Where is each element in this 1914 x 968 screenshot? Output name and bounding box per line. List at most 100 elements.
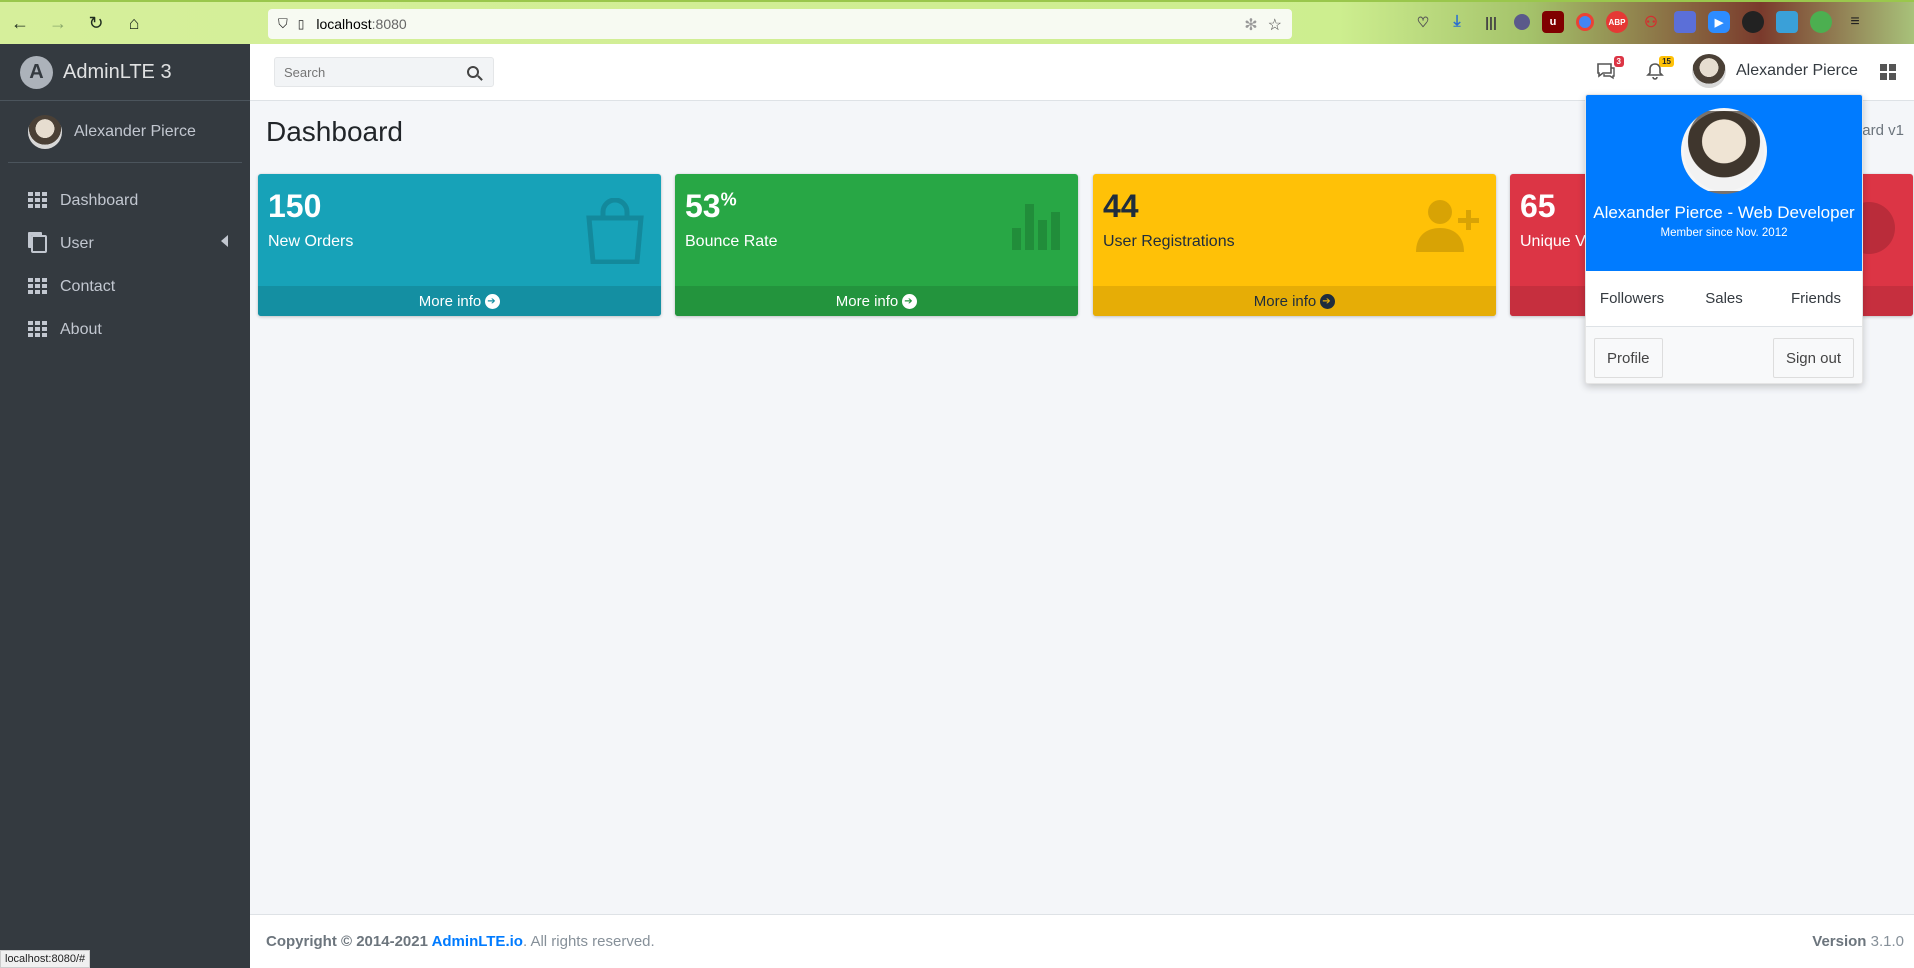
user-body: Followers Sales Friends [1586,271,1862,327]
save-icon[interactable] [1776,11,1798,33]
stat-number: 53 [685,188,721,224]
more-info-link[interactable]: More info [1093,286,1496,316]
url-port: :8080 [371,16,407,32]
extension-icon[interactable]: ✻ [1244,15,1257,35]
reload-icon[interactable]: ↻ [78,8,114,38]
zoom-icon[interactable]: ▶ [1708,11,1730,33]
user-footer: Profile Sign out [1586,327,1862,383]
sidebar-item-about[interactable]: About [0,308,250,351]
copy-icon [31,234,47,253]
more-info-label: More info [418,292,482,310]
control-sidebar-icon[interactable] [1880,64,1896,80]
chevron-left-icon [221,235,228,247]
version-number: 3.1.0 [1866,933,1904,950]
version-info: Version 3.1.0 [1812,933,1904,950]
forward-icon[interactable]: → [40,8,76,38]
more-info-link[interactable]: More info [258,286,661,316]
arrow-circle-right-icon [902,293,918,309]
sidebar-user-name[interactable]: Alexander Pierce [74,123,196,141]
notifications-button[interactable]: 15 [1646,56,1674,82]
sidebar-item-dashboard[interactable]: Dashboard [0,179,250,222]
page-title: Dashboard [266,116,403,147]
sales-link[interactable]: Sales [1678,271,1770,326]
brand-text: AdminLTE 3 [63,60,172,83]
url-host: localhost [316,16,372,32]
notifications-badge: 15 [1659,56,1674,67]
header-user-name: Alexander Pierce [1736,62,1858,79]
copyright-suffix: . All rights reserved. [522,933,655,950]
shield-icon: ⛉ [278,16,288,31]
grid-icon [28,278,47,295]
avatar [28,114,62,149]
breadcrumb[interactable]: ard v1 [1862,122,1904,139]
main-header: 3 15 Alexander Pierce [250,44,1914,101]
arrow-circle-right-icon [485,293,501,309]
grid-icon [28,321,47,338]
stat-box-orders: 150 New Orders More info [258,174,661,316]
sign-out-button[interactable]: Sign out [1772,338,1854,378]
user-title: Alexander Pierce - Web Developer [1593,203,1855,222]
user-menu-toggle[interactable]: Alexander Pierce [1692,54,1858,88]
download-icon[interactable]: ⤓ [1446,11,1468,33]
extension-green-icon[interactable] [1810,11,1832,33]
grid-icon [28,192,47,209]
arrow-circle-right-icon [1320,293,1336,309]
extension-dark-icon[interactable] [1742,11,1764,33]
avatar [1692,54,1726,88]
sidebar-item-user[interactable]: User [0,222,250,265]
sidebar-item-contact[interactable]: Contact [0,265,250,308]
ublock-icon[interactable]: u [1542,11,1564,33]
sidebar-item-label: Dashboard [60,191,139,209]
home-icon[interactable]: ⌂ [116,8,152,38]
extension-flag-icon[interactable] [1674,11,1696,33]
friends-link[interactable]: Friends [1770,271,1862,326]
member-since: Member since Nov. 2012 [1660,227,1788,239]
navbar-search [274,57,494,87]
status-bar-url: localhost:8080/# [0,950,91,968]
address-bar[interactable]: ⛉ ▯ localhost:8080 ✻ ☆ [268,9,1292,39]
brand-logo: A [20,55,53,89]
user-dropdown-menu: Alexander Pierce - Web Developer Member … [1585,94,1863,384]
more-info-label: More info [835,292,899,310]
page-icon: ▯ [297,17,305,31]
more-info-link[interactable]: More info [675,286,1078,316]
network-icon[interactable]: ⚇ [1640,11,1662,33]
menu-icon[interactable]: ≡ [1844,11,1866,33]
user-panel[interactable]: Alexander Pierce [8,101,242,163]
search-icon[interactable] [467,66,479,78]
bookmark-star-icon[interactable]: ☆ [1268,15,1282,35]
stat-suffix: % [720,189,737,210]
sidebar-item-label: About [60,320,102,338]
messages-badge: 3 [1613,56,1624,67]
main-sidebar: A AdminLTE 3 Alexander Pierce Dashboard … [0,44,250,968]
library-icon[interactable]: ||| [1480,11,1502,33]
followers-link[interactable]: Followers [1586,271,1678,326]
user-header: Alexander Pierce - Web Developer Member … [1586,95,1862,271]
comments-icon [1597,63,1615,80]
bar-chart-icon [1012,204,1060,250]
avatar [1681,108,1767,194]
sidebar-item-label: Contact [60,277,116,295]
copyright: Copyright © 2014-2021 AdminLTE.io. All r… [266,933,655,950]
pocket-icon[interactable]: ♡ [1412,11,1434,33]
profile-button[interactable]: Profile [1594,338,1663,378]
main-footer: Copyright © 2014-2021 AdminLTE.io. All r… [250,914,1914,968]
user-plus-icon [1416,200,1479,252]
adblock-icon[interactable]: ABP [1606,11,1628,33]
back-icon[interactable]: ← [2,8,38,38]
extension-globe-icon[interactable] [1514,14,1530,30]
search-input[interactable] [275,64,465,80]
messages-button[interactable]: 3 [1596,56,1624,82]
more-info-label: More info [1253,292,1317,310]
stat-box-bounce: 53% Bounce Rate More info [675,174,1078,316]
version-label: Version [1812,933,1867,950]
sidebar-item-label: User [60,234,94,252]
chrome-icon[interactable] [1576,13,1594,31]
stat-box-registrations: 44 User Registrations More info [1093,174,1496,316]
brand-link[interactable]: A AdminLTE 3 [0,44,250,101]
shopping-bag-icon [586,198,644,264]
browser-toolbar: ← → ↻ ⌂ ⛉ ▯ localhost:8080 ✻ ☆ ♡ ⤓ ||| u… [0,0,1914,44]
copyright-prefix: Copyright © 2014-2021 [266,933,432,950]
site-link[interactable]: AdminLTE.io [432,933,523,950]
sidebar-nav: Dashboard User Contact About [0,179,250,351]
